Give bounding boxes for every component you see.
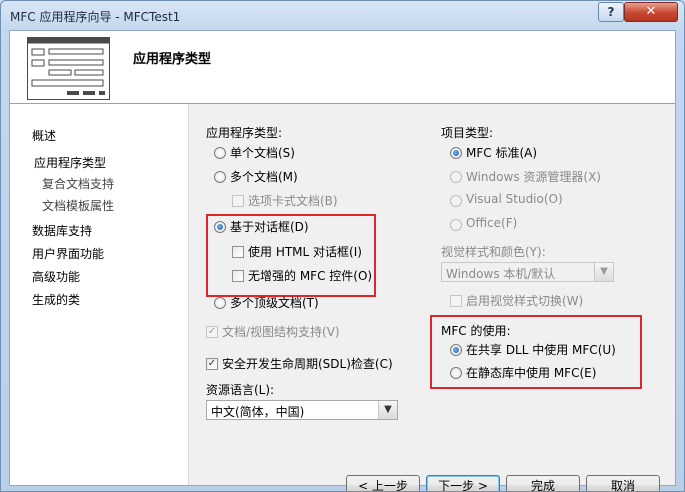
visual-style-select[interactable]: Windows 本机/默认 ▼ xyxy=(441,262,614,282)
use-html-dialog-label[interactable]: 使用 HTML 对话框(I) xyxy=(248,243,362,260)
wizard-body: 概述 应用程序类型 复合文档支持 文档模板属性 数据库支持 用户界面功能 高级功… xyxy=(10,104,675,491)
single-doc-label[interactable]: 单个文档(S) xyxy=(230,144,295,161)
single-doc-radio[interactable] xyxy=(214,147,226,159)
window-title: MFC 应用程序向导 - MFCTest1 xyxy=(10,10,181,24)
use-html-dialog-checkbox[interactable] xyxy=(232,246,244,258)
multi-doc-radio[interactable] xyxy=(214,171,226,183)
nav-item-app-type[interactable]: 应用程序类型 xyxy=(34,154,106,171)
doc-view-support-checkbox[interactable]: ✓ xyxy=(206,326,218,338)
nav-item-generated-classes[interactable]: 生成的类 xyxy=(32,291,80,308)
office-label[interactable]: Office(F) xyxy=(466,216,517,230)
multi-toplevel-label[interactable]: 多个顶级文档(T) xyxy=(230,294,319,311)
next-button[interactable]: 下一步 > xyxy=(426,475,500,491)
close-button[interactable]: ✕ xyxy=(624,2,678,22)
no-enhanced-mfc-checkbox[interactable] xyxy=(232,270,244,282)
no-enhanced-mfc-label[interactable]: 无增强的 MFC 控件(O) xyxy=(248,267,372,284)
enable-style-switch-label[interactable]: 启用视觉样式切换(W) xyxy=(466,292,583,309)
win-explorer-label[interactable]: Windows 资源管理器(X) xyxy=(466,168,601,185)
visual-style-label: 视觉样式和颜色(Y): xyxy=(441,245,546,259)
tabbed-docs-checkbox[interactable] xyxy=(232,195,244,207)
win-explorer-radio[interactable] xyxy=(450,171,462,183)
visual-style-value: Windows 本机/默认 xyxy=(446,267,556,281)
chevron-down-icon[interactable]: ▼ xyxy=(594,263,613,281)
nav-item-ui-features[interactable]: 用户界面功能 xyxy=(32,245,104,262)
nav-item-doc-template[interactable]: 文档模板属性 xyxy=(42,197,114,214)
title-bar[interactable]: MFC 应用程序向导 - MFCTest1 ? ✕ xyxy=(1,1,684,29)
shared-dll-radio[interactable] xyxy=(450,344,462,356)
prev-button[interactable]: < 上一步 xyxy=(346,475,420,491)
resource-lang-value: 中文(简体，中国) xyxy=(211,405,305,419)
mfc-use-label: MFC 的使用: xyxy=(441,324,511,338)
static-lib-radio[interactable] xyxy=(450,367,462,379)
office-radio[interactable] xyxy=(450,219,462,231)
visual-studio-radio[interactable] xyxy=(450,195,462,207)
enable-style-switch-checkbox[interactable] xyxy=(450,295,462,307)
finish-button[interactable]: 完成 xyxy=(506,475,580,491)
sdl-check-label[interactable]: 安全开发生命周期(SDL)检查(C) xyxy=(222,355,393,372)
nav-item-overview[interactable]: 概述 xyxy=(32,127,56,144)
tabbed-docs-label[interactable]: 选项卡式文档(B) xyxy=(248,192,338,209)
multi-doc-label[interactable]: 多个文档(M) xyxy=(230,168,298,185)
nav-item-compound-doc[interactable]: 复合文档支持 xyxy=(42,175,114,192)
mfc-standard-label[interactable]: MFC 标准(A) xyxy=(466,144,537,161)
wizard-header: 应用程序类型 xyxy=(10,31,675,104)
sdl-check-checkbox[interactable]: ✓ xyxy=(206,358,218,370)
nav-item-advanced[interactable]: 高级功能 xyxy=(32,268,80,285)
doc-view-support-label[interactable]: 文档/视图结构支持(V) xyxy=(222,323,340,340)
mfc-standard-radio[interactable] xyxy=(450,147,462,159)
multi-toplevel-radio[interactable] xyxy=(214,297,226,309)
dialog-based-radio[interactable] xyxy=(214,221,226,233)
wizard-window: MFC 应用程序向导 - MFCTest1 ? ✕ 应用程序类型 概述 应用程序… xyxy=(0,0,685,492)
cancel-button[interactable]: 取消 xyxy=(586,475,660,491)
app-type-label: 应用程序类型: xyxy=(206,126,283,140)
chevron-down-icon[interactable]: ▼ xyxy=(378,401,397,419)
static-lib-label[interactable]: 在静态库中使用 MFC(E) xyxy=(466,364,596,381)
resource-lang-select[interactable]: 中文(简体，中国) ▼ xyxy=(206,400,398,420)
shared-dll-label[interactable]: 在共享 DLL 中使用 MFC(U) xyxy=(466,341,616,358)
dialog-based-label[interactable]: 基于对话框(D) xyxy=(230,218,309,235)
help-button[interactable]: ? xyxy=(598,2,624,22)
nav-item-database[interactable]: 数据库支持 xyxy=(32,222,92,239)
page-title: 应用程序类型 xyxy=(133,52,212,67)
resource-lang-label: 资源语言(L): xyxy=(206,383,275,397)
dialog-template-icon xyxy=(27,37,110,100)
wizard-nav: 概述 应用程序类型 复合文档支持 文档模板属性 数据库支持 用户界面功能 高级功… xyxy=(10,104,189,485)
project-type-label: 项目类型: xyxy=(441,126,494,140)
visual-studio-label[interactable]: Visual Studio(O) xyxy=(466,192,563,206)
wizard-client: 应用程序类型 概述 应用程序类型 复合文档支持 文档模板属性 数据库支持 用户界… xyxy=(9,30,676,491)
